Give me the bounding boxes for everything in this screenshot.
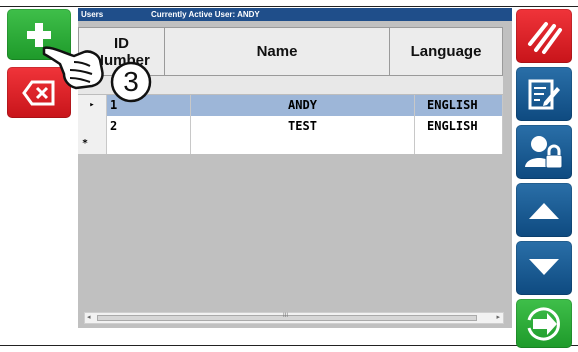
scroll-down-button[interactable]: [516, 241, 572, 295]
step-number: 3: [123, 66, 139, 97]
user-id-cell[interactable]: [107, 137, 191, 154]
scrollbar-thumb[interactable]: III: [97, 313, 477, 321]
enter-icon: [527, 307, 560, 340]
enter-button[interactable]: [516, 299, 572, 348]
user-language-cell: ENGLISH: [415, 116, 503, 137]
thumb-grip-icon: III: [283, 313, 289, 319]
horizontal-scrollbar[interactable]: ◂ III ▸: [84, 312, 504, 324]
active-user-label: Currently Active User: ANDY: [151, 10, 260, 19]
scroll-up-button[interactable]: [516, 183, 572, 237]
row-indicator: [78, 116, 107, 137]
user-name-cell[interactable]: [191, 137, 415, 154]
edit-button[interactable]: [516, 67, 572, 121]
user-name-cell: TEST: [191, 116, 415, 137]
edit-icon: [528, 79, 560, 110]
user-name-cell: ANDY: [191, 95, 415, 116]
scroll-left-arrow-icon[interactable]: ◂: [87, 313, 91, 323]
cancel-button[interactable]: [516, 9, 572, 63]
user-lock-icon: [525, 136, 563, 169]
table-row[interactable]: 2 TEST ENGLISH: [78, 116, 503, 137]
section-title: Users: [81, 10, 104, 19]
user-language-cell[interactable]: [415, 137, 503, 154]
user-id-cell: 2: [107, 116, 191, 137]
tutorial-callout: 3: [40, 30, 160, 110]
user-lock-button[interactable]: [516, 125, 572, 179]
cancel-slash-icon: [528, 22, 562, 54]
arrow-up-icon: [529, 203, 559, 219]
new-row[interactable]: *: [78, 137, 503, 154]
user-language-cell: ENGLISH: [415, 95, 503, 116]
row-indicator: *: [78, 137, 107, 154]
column-header-name[interactable]: Name: [164, 27, 390, 76]
panel-titlebar: Users Currently Active User: ANDY: [78, 8, 512, 21]
arrow-down-icon: [529, 259, 559, 275]
column-header-language[interactable]: Language: [389, 27, 503, 76]
scroll-right-arrow-icon[interactable]: ▸: [496, 313, 500, 323]
